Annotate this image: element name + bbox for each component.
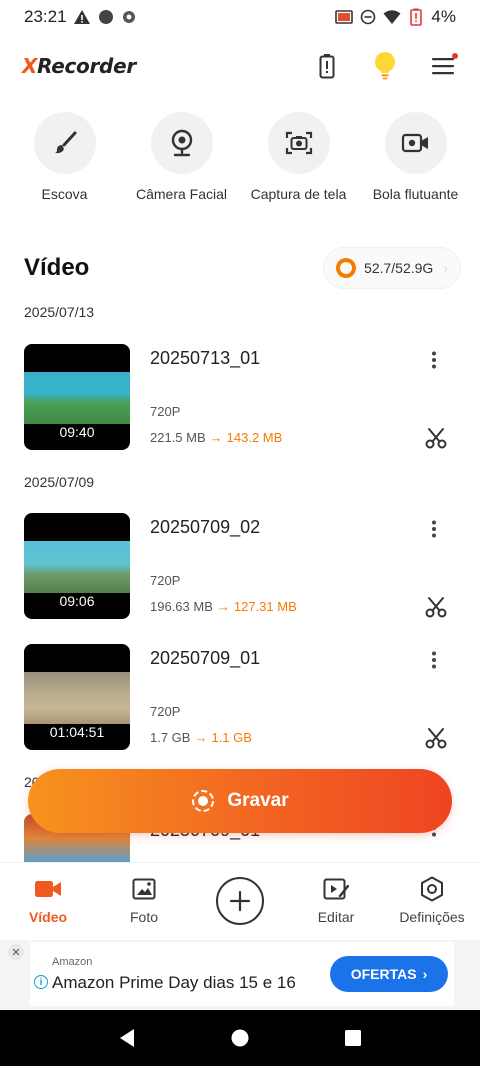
video-section-title: Vídeo bbox=[24, 254, 90, 281]
video-resolution: 720P bbox=[150, 573, 181, 588]
ad-advertiser: Amazon bbox=[52, 956, 93, 968]
scissors-icon[interactable] bbox=[422, 724, 450, 752]
record-button[interactable]: Gravar bbox=[28, 769, 452, 833]
more-options-icon[interactable] bbox=[422, 648, 446, 672]
video-thumbnail[interactable]: 01:04:51 bbox=[24, 644, 130, 750]
thumbnail-image bbox=[24, 672, 130, 724]
notification-dot bbox=[452, 53, 458, 59]
battery-saver-icon[interactable] bbox=[312, 51, 342, 81]
video-resolution: 720P bbox=[150, 404, 181, 419]
video-size: 196.63 MB → 127.31 MB bbox=[150, 599, 297, 614]
recents-icon[interactable] bbox=[338, 1023, 368, 1053]
nav-photo[interactable]: Foto bbox=[104, 875, 184, 925]
scissors-icon[interactable] bbox=[422, 424, 450, 452]
chevron-right-icon: › bbox=[422, 966, 428, 982]
tool-face-camera[interactable]: Câmera Facial bbox=[123, 112, 240, 202]
video-duration: 09:06 bbox=[59, 593, 95, 609]
video-item[interactable]: 01:04:51 20250709_01 720P 1.7 GB → 1.1 G… bbox=[24, 644, 454, 750]
app-header: XRecorder bbox=[0, 40, 480, 92]
photo-icon bbox=[130, 875, 158, 903]
scissors-icon[interactable] bbox=[422, 593, 450, 621]
video-name: 20250713_01 bbox=[150, 348, 261, 368]
notification-icon bbox=[121, 8, 139, 26]
arrow-right-icon: → bbox=[209, 430, 223, 445]
tool-floating-ball[interactable]: Bola flutuante bbox=[357, 112, 474, 202]
video-size: 221.5 MB → 143.2 MB bbox=[150, 430, 283, 445]
nav-add[interactable] bbox=[200, 875, 280, 925]
video-duration: 09:40 bbox=[59, 424, 95, 440]
video-duration: 01:04:51 bbox=[49, 724, 105, 740]
wifi-icon bbox=[383, 8, 401, 26]
tips-bulb-icon[interactable] bbox=[370, 51, 400, 81]
group-date: 2025/07/09 bbox=[24, 474, 95, 490]
system-nav-bar bbox=[0, 1010, 480, 1066]
settings-hexagon-icon bbox=[418, 875, 446, 903]
storage-ring-icon bbox=[336, 258, 357, 278]
app-logo: XRecorder bbox=[22, 54, 136, 78]
tool-brush[interactable]: Escova bbox=[6, 112, 123, 202]
video-name: 20250709_02 bbox=[150, 517, 261, 537]
video-item[interactable]: 09:40 20250713_01 720P 221.5 MB → 143.2 … bbox=[24, 344, 454, 450]
ad-headline: Amazon Prime Day dias 15 e 16 bbox=[52, 973, 296, 992]
video-thumbnail[interactable]: 09:40 bbox=[24, 344, 130, 450]
cast-icon bbox=[335, 8, 354, 26]
warning-icon bbox=[73, 8, 91, 26]
record-icon bbox=[191, 789, 215, 813]
tools-row: Escova Câmera Facial Captura de tela Bol… bbox=[0, 112, 480, 202]
nav-video[interactable]: Vídeo bbox=[8, 875, 88, 925]
video-name: 20250709_01 bbox=[150, 648, 261, 668]
nav-edit[interactable]: Editar bbox=[296, 875, 376, 925]
video-size: 1.7 GB → 1.1 GB bbox=[150, 730, 252, 745]
more-options-icon[interactable] bbox=[422, 348, 446, 372]
arrow-right-icon: → bbox=[216, 599, 230, 614]
menu-icon[interactable] bbox=[428, 51, 458, 81]
battery-percent: 4% bbox=[431, 7, 456, 26]
ad-close-button[interactable]: ✕ bbox=[8, 944, 24, 960]
brush-icon bbox=[33, 112, 96, 174]
battery-low-icon bbox=[407, 8, 425, 26]
dnd-icon bbox=[359, 8, 377, 26]
ad-banner: ✕ i Amazon Amazon Prime Day dias 15 e 16… bbox=[0, 940, 480, 1010]
webcam-icon bbox=[150, 112, 213, 174]
tool-screenshot[interactable]: Captura de tela bbox=[240, 112, 357, 202]
thumbnail-image bbox=[24, 541, 130, 593]
screenshot-icon bbox=[267, 112, 330, 174]
storage-usage-button[interactable]: 52.7/52.9G › bbox=[324, 248, 460, 288]
bottom-nav: Vídeo Foto Editar Definições bbox=[0, 862, 480, 940]
video-thumbnail[interactable]: 09:06 bbox=[24, 513, 130, 619]
video-camera-icon bbox=[34, 875, 62, 903]
video-section-header: Vídeo 52.7/52.9G › bbox=[24, 246, 460, 290]
back-icon[interactable] bbox=[112, 1023, 142, 1053]
thumbnail-image bbox=[24, 372, 130, 424]
video-item[interactable]: 09:06 20250709_02 720P 196.63 MB → 127.3… bbox=[24, 513, 454, 619]
circle-icon bbox=[97, 8, 115, 26]
ad-card[interactable]: i Amazon Amazon Prime Day dias 15 e 16 O… bbox=[30, 942, 454, 1006]
status-time: 23:21 bbox=[24, 7, 67, 26]
nav-settings[interactable]: Definições bbox=[392, 875, 472, 925]
status-bar: 23:21 4% bbox=[0, 0, 480, 34]
more-options-icon[interactable] bbox=[422, 517, 446, 541]
storage-text: 52.7/52.9G bbox=[364, 260, 434, 276]
group-date: 2025/07/13 bbox=[24, 304, 95, 320]
plus-icon bbox=[216, 877, 264, 925]
arrow-right-icon: → bbox=[194, 730, 208, 745]
edit-video-icon bbox=[322, 875, 350, 903]
ad-cta-button[interactable]: OFERTAS › bbox=[330, 956, 448, 992]
record-label: Gravar bbox=[227, 790, 289, 811]
chevron-right-icon: › bbox=[443, 260, 448, 276]
video-resolution: 720P bbox=[150, 704, 181, 719]
floating-ball-icon bbox=[384, 112, 447, 174]
home-icon[interactable] bbox=[225, 1023, 255, 1053]
ad-info-icon[interactable]: i bbox=[34, 975, 48, 989]
